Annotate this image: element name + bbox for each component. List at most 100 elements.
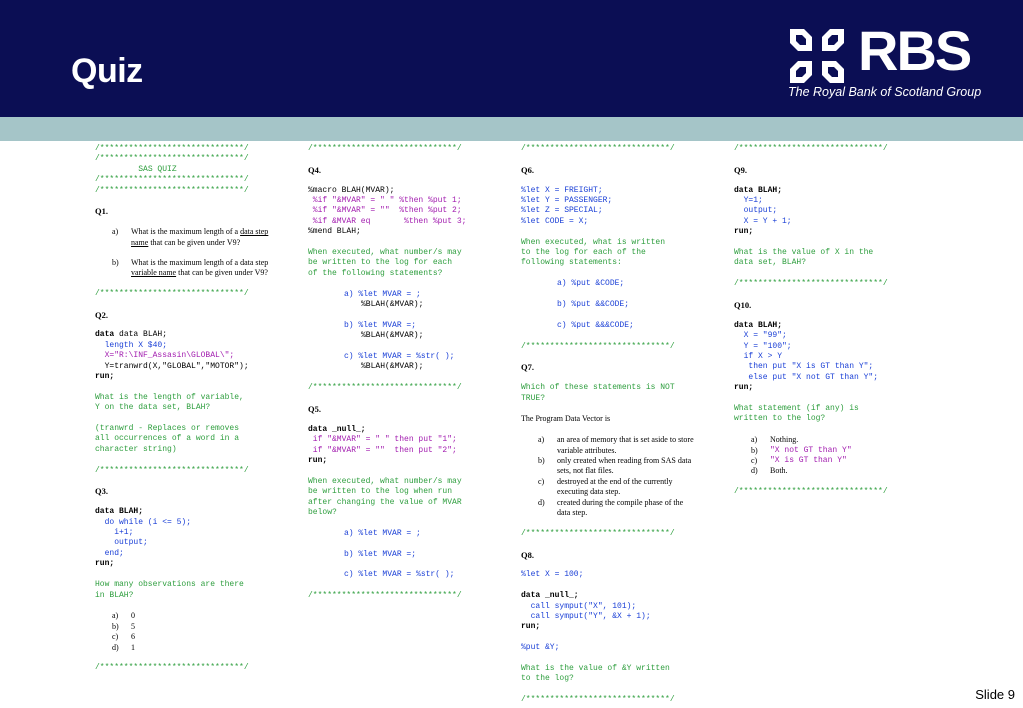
q4-code-line: %if "&MVAR" = "" %then %put 2; [308, 206, 462, 216]
q10-code-line: else put "X not GT than Y"; [734, 372, 879, 382]
q8-code-line: run; [521, 622, 541, 632]
q10-code-line: X = "99"; [734, 331, 787, 341]
slide-number: Slide 9 [975, 687, 1015, 702]
q5-question: When executed, what number/s may be writ… [308, 476, 462, 518]
q5-option-a: a) %let MVAR = ; [344, 528, 421, 538]
rbs-logo: RBS The Royal Bank of Scotland Group [786, 19, 1001, 106]
q8-code-line: data _null_; [521, 591, 579, 601]
column-3: /******************************/ Q6. %le… [521, 144, 726, 706]
question-title-q6: Q6. [521, 164, 534, 175]
q10-code-line: Y = "100"; [734, 341, 792, 351]
question-title-q4: Q4. [308, 164, 321, 175]
q6-code-line: %let Z = SPECIAL; [521, 206, 603, 216]
slide-title: Quiz [71, 52, 143, 90]
q8-code-line: %let X = 100; [521, 570, 584, 580]
q8-code-line: %put &Y; [521, 643, 560, 653]
q10-options: a) Nothing. b) "X not GT than Y" c) "X is G… [734, 435, 939, 477]
divider: /******************************/ [95, 663, 249, 673]
q10-option: c) "X is GT than Y" [751, 456, 847, 466]
q7-option: d) created during the compile phase of th… [538, 497, 684, 518]
q10-option: b) "X not GT than Y" [751, 445, 852, 455]
q2-question: What is the length of variable, Y on the… [95, 392, 244, 413]
q9-code-line: output; [734, 206, 778, 216]
q8-code-line: call symput("X", 101); [521, 601, 637, 611]
q3-option: d) 1 [112, 642, 135, 652]
q3-option: a) 0 [112, 611, 135, 621]
q4-option-a: a) %let MVAR = ; %BLAH(&MVAR); [344, 289, 424, 310]
q2-code-line: data data BLAH; [95, 330, 168, 340]
question-title-q2: Q2. [95, 309, 108, 320]
divider: /******************************/ [95, 175, 249, 185]
q4-question: When executed, what number/s may be writ… [308, 248, 462, 278]
q3-code-line: end; [95, 548, 124, 558]
divider: /******************************/ [95, 465, 249, 475]
q4-code-line: %macro BLAH(MVAR); [308, 185, 395, 195]
divider: /******************************/ [95, 288, 249, 298]
q3-options: a) 0 b) 5 c) 6 d) 1 [95, 611, 300, 653]
q10-question: What statement (if any) is written to th… [734, 404, 859, 424]
q5-code-line: if "&MVAR" = "" then put "2"; [308, 445, 457, 455]
q1-option-b: b) What is the maximum length of a data s… [112, 258, 269, 278]
q3-code-line: i+1; [95, 528, 134, 538]
q4-code-line: %if &MVAR eq %then %put 3; [308, 216, 467, 226]
divider: /******************************/ [521, 528, 675, 538]
question-title-q1: Q1. [95, 206, 108, 217]
q6-code-line: %let CODE = X; [521, 216, 589, 226]
q3-code-line: run; [95, 559, 115, 569]
q5-option-b: b) %let MVAR =; [344, 549, 417, 559]
q7-question: Which of these statements is NOT TRUE? [521, 383, 675, 403]
q6-question: When executed, what is written to the lo… [521, 237, 666, 268]
divider: /******************************/ [95, 185, 249, 195]
q10-option: a) Nothing. [751, 435, 799, 445]
column-2: /******************************/ Q4. %ma… [308, 144, 513, 602]
divider: /******************************/ [734, 487, 888, 497]
q10-option: d) Both. [751, 466, 788, 476]
q7-intro: The Program Data Vector is [521, 414, 611, 424]
q6-code-line: %let X = FREIGHT; [521, 185, 603, 195]
logo-subtitle: The Royal Bank of Scotland Group [788, 85, 982, 99]
q10-code-line: if X > Y [734, 352, 783, 362]
divider: /******************************/ [95, 154, 249, 164]
column-1: /******************************/ /******… [95, 144, 300, 674]
q8-question: What is the value of &Y written to the l… [521, 664, 670, 684]
q5-code-line: data _null_; [308, 424, 366, 434]
divider: /******************************/ [521, 695, 675, 705]
divider: /******************************/ [734, 144, 888, 153]
question-title-q10: Q10. [734, 300, 752, 311]
q2-code-line: X="R:\INF_Assasin\GLOBAL\"; [95, 351, 235, 361]
q7-option: a) an area of memory that is set aside to… [538, 435, 694, 455]
q4-code-line: %if "&MVAR" = " " %then %put 1; [308, 196, 462, 205]
q8-code-line: call symput("Y", &X + 1); [521, 612, 651, 622]
logo-wordmark: RBS [858, 19, 972, 82]
q3-option: c) 6 [112, 632, 135, 642]
q4-code-line: %mend BLAH; [308, 227, 361, 237]
column-4: /******************************/ Q9. dat… [734, 144, 939, 498]
quiz-banner: SAS QUIZ [138, 164, 177, 174]
header-band [0, 117, 1023, 141]
q9-code-line: run; [734, 227, 754, 237]
q6-option-a: a) %put &CODE; [557, 279, 625, 289]
q2-code-line: length X $40; [95, 340, 168, 350]
divider: /******************************/ [308, 591, 462, 601]
q6-option-b: b) %put &&CODE; [557, 300, 630, 310]
divider: /******************************/ [734, 279, 888, 289]
q3-code-line: output; [95, 538, 148, 548]
question-title-q3: Q3. [95, 486, 108, 497]
q2-code-line: Y=tranwrd(X,"GLOBAL","MOTOR"); [95, 361, 249, 371]
question-title-q7: Q7. [521, 362, 534, 373]
q10-code-line: run; [734, 383, 754, 393]
q3-code-line: do while (i <= 5); [95, 517, 192, 527]
q3-code-line: data BLAH; [95, 507, 144, 517]
question-title-q8: Q8. [521, 549, 534, 560]
question-title-q9: Q9. [734, 164, 747, 175]
q1-option-a: a) What is the maximum length of a data s… [112, 227, 269, 247]
q9-question: What is the value of X in the data set, … [734, 248, 874, 268]
q10-code-line: data BLAH; [734, 320, 783, 330]
divider: /******************************/ [95, 144, 249, 153]
q7-options: a) an area of memory that is set aside to… [521, 435, 726, 518]
q6-option-c: c) %put &&&CODE; [557, 320, 634, 330]
q9-code-line: X = Y + 1; [734, 216, 792, 226]
divider: /******************************/ [308, 144, 462, 153]
q3-question: How many observations are there in BLAH? [95, 580, 244, 600]
q7-option: c) destroyed at the end of the currently … [538, 476, 673, 497]
